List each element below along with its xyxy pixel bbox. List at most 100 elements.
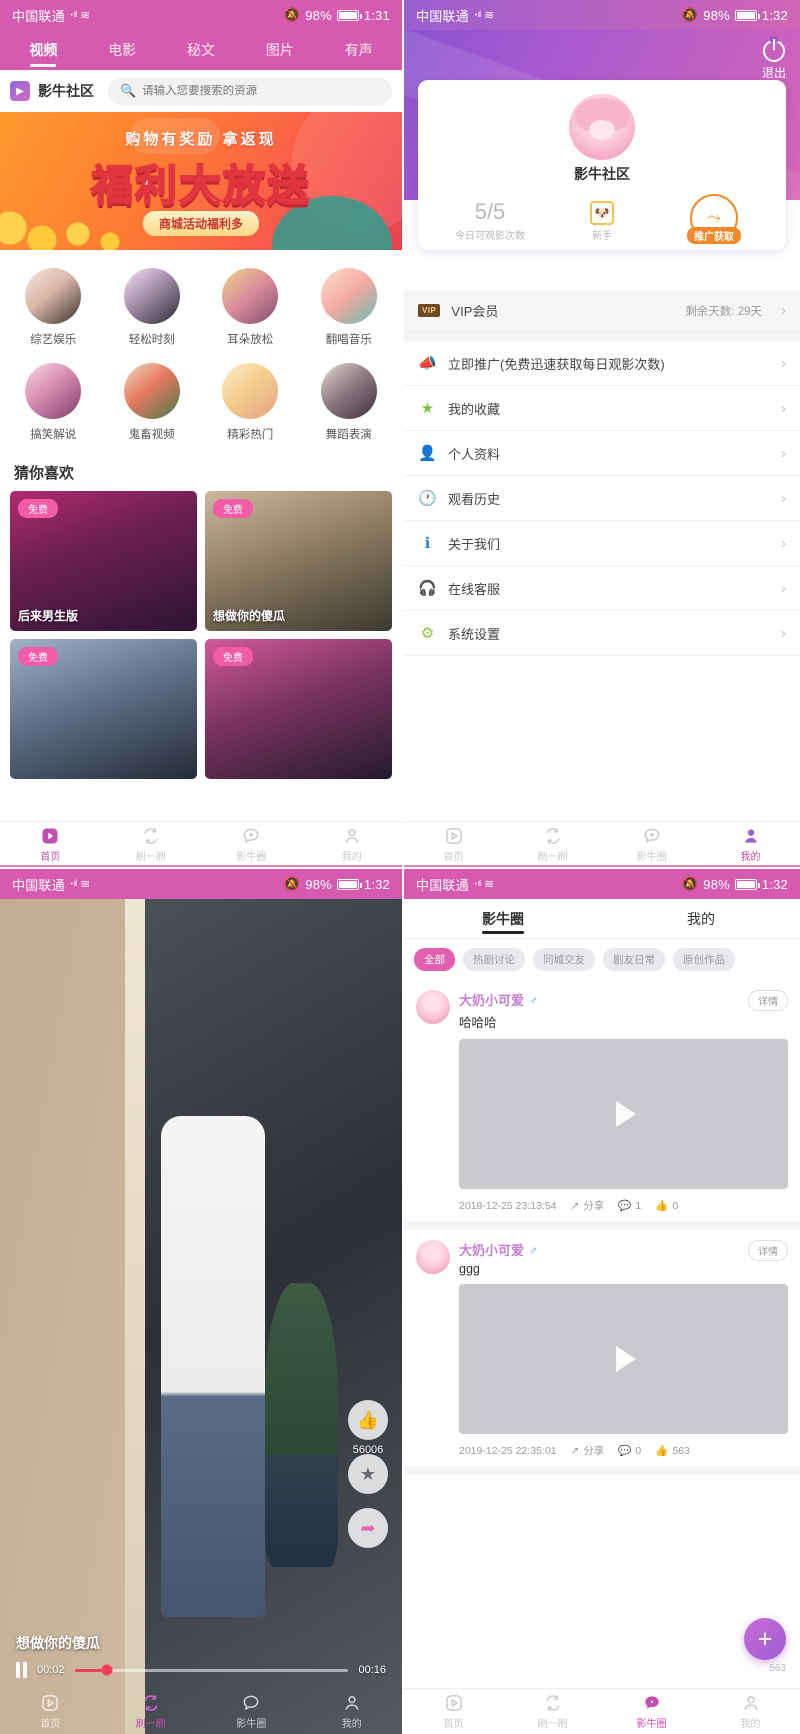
nav-item-refresh[interactable]: 刷一刷 [101, 822, 202, 867]
logout-button[interactable]: 退出 [762, 40, 786, 81]
menu-item-favorites[interactable]: ★ 我的收藏 › [404, 386, 800, 431]
tab-video[interactable]: 视频 [4, 30, 83, 70]
menu-label: 关于我们 [448, 536, 501, 552]
tab-text[interactable]: 秘文 [162, 30, 241, 70]
post-media[interactable] [459, 1039, 788, 1189]
nav-item-refresh[interactable]: 刷一刷 [101, 1688, 202, 1734]
video-surface[interactable]: 👍 56006 ★ ➦ 想做你的傻瓜 00:02 00:16 [0, 899, 402, 1734]
nav-item-circle[interactable]: 影牛圈 [201, 1688, 302, 1734]
post-like-button[interactable]: 👍 563 [655, 1444, 690, 1458]
person-icon: 👤 [418, 445, 437, 462]
menu-item-vip[interactable]: VIP VIP会员 剩余天数: 29天 › [404, 290, 800, 332]
nav-item-home[interactable]: 首页 [404, 822, 503, 867]
person-icon [741, 826, 761, 846]
chip-all[interactable]: 全部 [414, 948, 455, 971]
search-box[interactable]: 🔍 [108, 77, 392, 105]
nav-item-circle[interactable]: 影牛圈 [602, 1689, 701, 1734]
progress-knob[interactable] [101, 1664, 113, 1676]
post-comment-button[interactable]: 💬 0 [618, 1444, 641, 1458]
post-timestamp: 2019-12-25 23:13:54 [459, 1199, 557, 1212]
share-button[interactable]: ➦ [348, 1508, 388, 1548]
category-item-qingsong[interactable]: 轻松时刻 [103, 262, 202, 357]
category-item-erduo[interactable]: 耳朵放松 [201, 262, 300, 357]
chip-original[interactable]: 原创作品 [673, 948, 735, 971]
avatar[interactable] [569, 94, 635, 160]
free-badge: 免费 [18, 499, 58, 518]
panel-feed: 中国联通 ᭼ıl ≋ 🔕 98% 1:32 影牛圈 我的 全部 热剧讨论 同城交… [404, 867, 800, 1734]
nav-item-home[interactable]: 首页 [0, 1688, 101, 1734]
nav-item-refresh[interactable]: 刷一刷 [503, 1689, 602, 1734]
signal-bars-icon: ᭼ıl [472, 877, 481, 888]
post-like-button[interactable]: 👍 0 [655, 1199, 678, 1213]
post-share-button[interactable]: ↗ 分享 [571, 1198, 605, 1213]
free-badge: 免费 [213, 499, 253, 518]
tab-image[interactable]: 图片 [240, 30, 319, 70]
chip-local-friends[interactable]: 同城交友 [533, 948, 595, 971]
pause-icon[interactable] [16, 1662, 27, 1678]
nav-item-mine[interactable]: 我的 [302, 822, 403, 867]
video-card[interactable]: 免费 [205, 639, 392, 779]
nav-item-home[interactable]: 首页 [404, 1689, 503, 1734]
nav-item-mine[interactable]: 我的 [302, 1688, 403, 1734]
battery-icon [734, 878, 760, 890]
chip-hot-drama[interactable]: 热剧讨论 [463, 948, 525, 971]
share-icon: ↗ [570, 1444, 580, 1457]
post-author[interactable]: 大奶小可爱 ♂ [459, 990, 739, 1009]
avatar[interactable] [416, 1240, 450, 1274]
chat-bubble-icon [642, 1693, 662, 1713]
post-share-button[interactable]: ↗ 分享 [571, 1443, 605, 1458]
banner-button[interactable]: 商城活动福利多 [142, 211, 260, 236]
status-bar-home: 中国联通 ᭼ıl ≋ 🔕 98% 1:31 [0, 0, 402, 30]
category-item-wudao[interactable]: 舞蹈表演 [300, 357, 399, 452]
nav-item-home[interactable]: 首页 [0, 822, 101, 867]
promo-banner[interactable]: 购物有奖励 拿返现 福利大放送 商城活动福利多 [0, 112, 402, 250]
nav-item-mine[interactable]: 我的 [701, 822, 800, 867]
views-stat: 5/5 今日可观影次数 [434, 199, 546, 242]
chevron-right-icon: › [781, 624, 786, 642]
star-icon: ★ [420, 400, 435, 417]
nav-item-refresh[interactable]: 刷一刷 [503, 822, 602, 867]
promo-get-button[interactable]: ⤳ 推广获取 [687, 194, 741, 244]
menu-item-about[interactable]: ℹ 关于我们 › [404, 521, 800, 566]
nav-item-circle[interactable]: 影牛圈 [602, 822, 701, 867]
category-item-gaoxiao[interactable]: 搞笑解说 [4, 357, 103, 452]
progress-slider[interactable] [74, 1664, 349, 1676]
current-time: 00:02 [37, 1664, 65, 1676]
menu-item-promote[interactable]: 📣 立即推广(免费迅速获取每日观影次数) › [404, 341, 800, 386]
tab-feed-circle[interactable]: 影牛圈 [404, 899, 602, 938]
menu-item-history[interactable]: 🕐 观看历史 › [404, 476, 800, 521]
video-card[interactable]: 免费 后来男生版 [10, 491, 197, 631]
battery-icon [734, 9, 760, 21]
favorite-button[interactable]: ★ [348, 1454, 388, 1494]
post-meta: 2019-12-25 22:35:01 ↗ 分享 💬 0 👍 563 [459, 1443, 788, 1458]
like-button[interactable]: 👍 56006 [348, 1400, 388, 1456]
nav-item-circle[interactable]: 影牛圈 [201, 822, 302, 867]
post-media[interactable] [459, 1284, 788, 1434]
category-item-guichu[interactable]: 鬼畜视频 [103, 357, 202, 452]
category-item-zongyi[interactable]: 综艺娱乐 [4, 262, 103, 357]
menu-item-personal-info[interactable]: 👤 个人资料 › [404, 431, 800, 476]
create-post-button[interactable]: + [744, 1618, 786, 1660]
post-comment-button[interactable]: 💬 1 [618, 1199, 641, 1213]
post-detail-button[interactable]: 详情 [748, 990, 788, 1011]
nav-item-mine[interactable]: 我的 [701, 1689, 800, 1734]
chip-daily[interactable]: 剧友日常 [603, 948, 665, 971]
category-item-jingcai[interactable]: 精彩热门 [201, 357, 300, 452]
gear-icon: ⚙ [420, 625, 435, 642]
avatar[interactable] [416, 990, 450, 1024]
thumbs-up-icon: 👍 [655, 1445, 669, 1457]
comment-icon: 💬 [618, 1200, 632, 1212]
search-input[interactable] [142, 85, 380, 97]
video-card[interactable]: 免费 想做你的傻瓜 [205, 491, 392, 631]
post-author[interactable]: 大奶小可爱 ♂ [459, 1240, 739, 1259]
menu-item-support[interactable]: 🎧 在线客服 › [404, 566, 800, 611]
post-detail-button[interactable]: 详情 [748, 1240, 788, 1261]
tab-feed-mine[interactable]: 我的 [602, 899, 800, 938]
tab-audio[interactable]: 有声 [319, 30, 398, 70]
category-item-fanchang[interactable]: 翻唱音乐 [300, 262, 399, 357]
video-scene-door [0, 899, 125, 1734]
tab-movie[interactable]: 电影 [83, 30, 162, 70]
comment-icon: 💬 [618, 1445, 632, 1457]
video-card[interactable]: 免费 [10, 639, 197, 779]
menu-item-settings[interactable]: ⚙ 系统设置 › [404, 611, 800, 656]
